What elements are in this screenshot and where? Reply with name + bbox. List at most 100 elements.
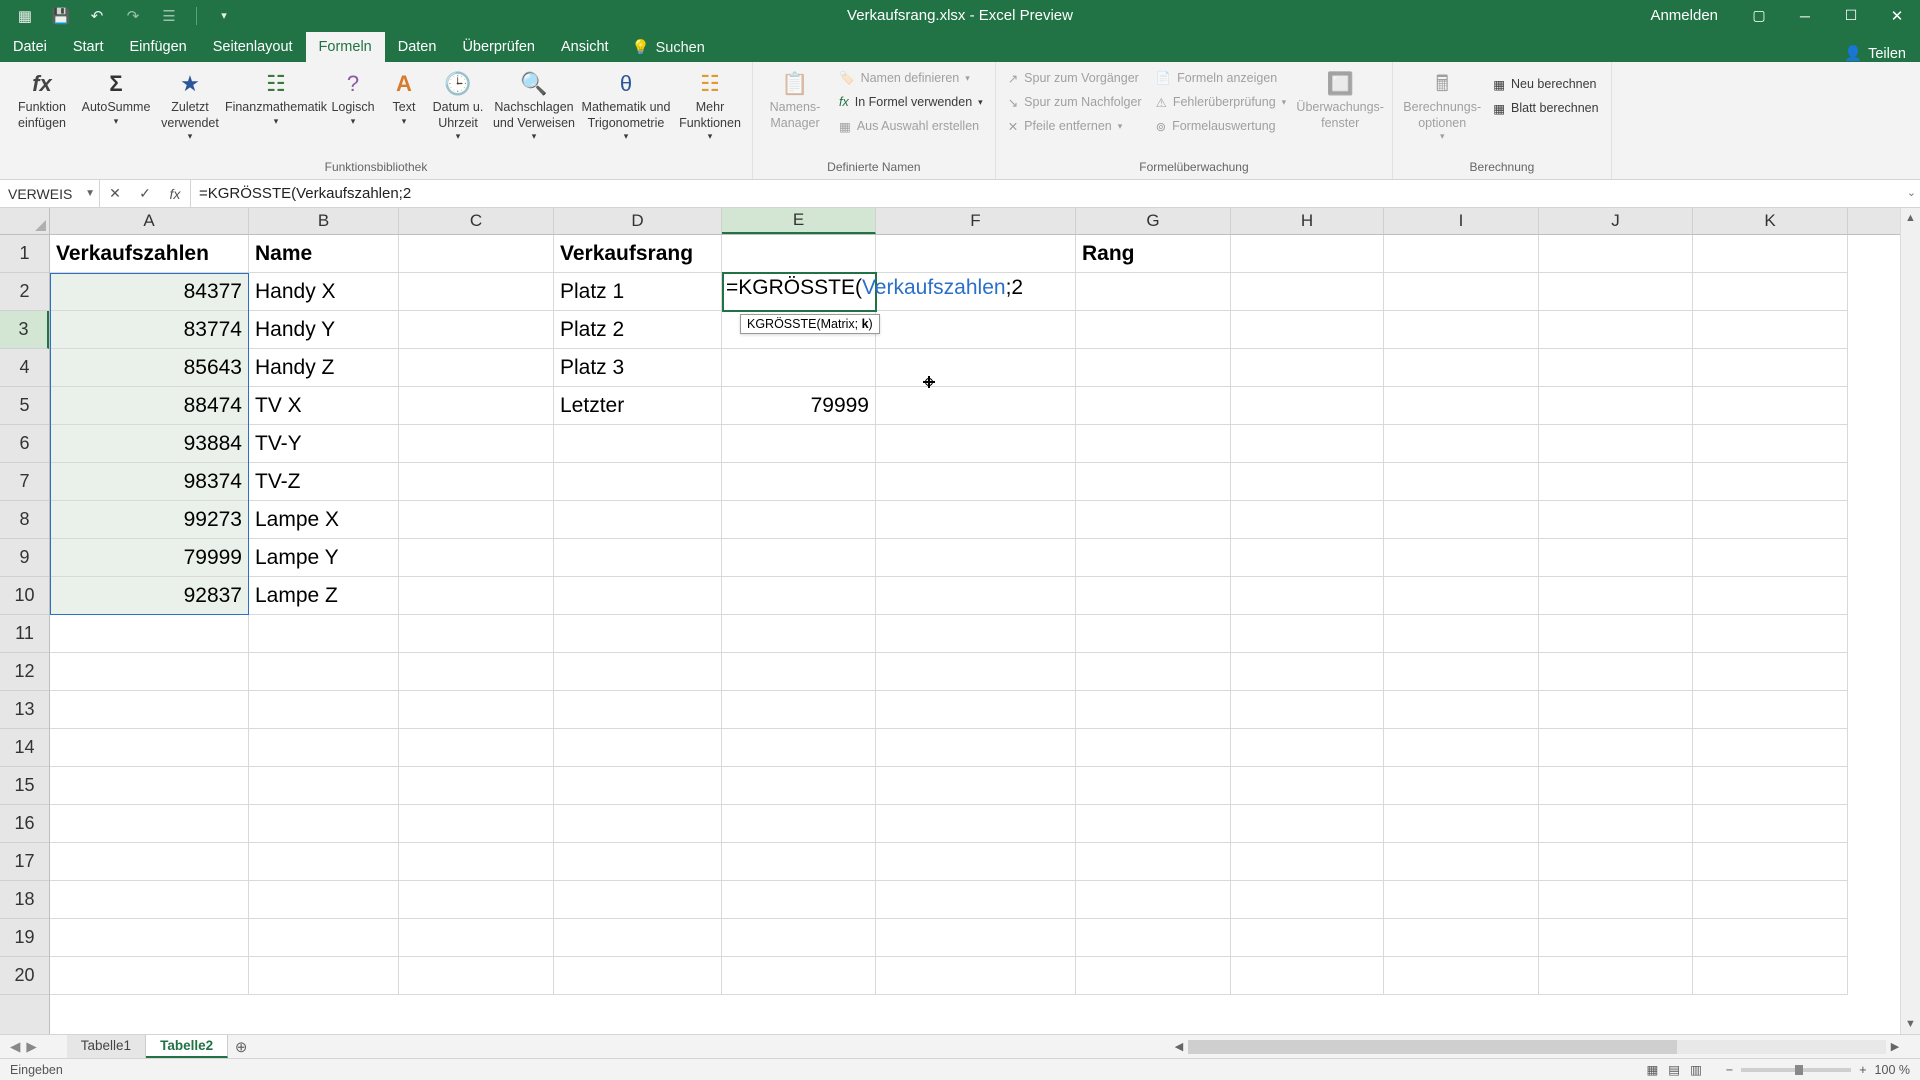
cell-C20[interactable]	[399, 957, 554, 995]
cell-J19[interactable]	[1539, 919, 1693, 957]
cell-C18[interactable]	[399, 881, 554, 919]
cell-C15[interactable]	[399, 767, 554, 805]
select-all-corner[interactable]	[0, 208, 50, 235]
cell-C1[interactable]	[399, 235, 554, 273]
cell-H15[interactable]	[1231, 767, 1384, 805]
tab-start[interactable]: Start	[60, 32, 117, 62]
more-functions-button[interactable]: ☷ Mehr Funktionen▾	[674, 66, 746, 143]
cell-F18[interactable]	[876, 881, 1076, 919]
cell-K18[interactable]	[1693, 881, 1848, 919]
cell-K6[interactable]	[1693, 425, 1848, 463]
cell-E9[interactable]	[722, 539, 876, 577]
cell-A5[interactable]: 88474	[50, 387, 249, 425]
cell-A9[interactable]: 79999	[50, 539, 249, 577]
cell-C6[interactable]	[399, 425, 554, 463]
cell-G13[interactable]	[1076, 691, 1231, 729]
cell-I15[interactable]	[1384, 767, 1539, 805]
vertical-scrollbar[interactable]: ▲ ▼	[1900, 208, 1920, 1034]
row-header-15[interactable]: 15	[0, 767, 49, 805]
cell-C5[interactable]	[399, 387, 554, 425]
cell-D17[interactable]	[554, 843, 722, 881]
cell-F7[interactable]	[876, 463, 1076, 501]
cell-D5[interactable]: Letzter	[554, 387, 722, 425]
tab-ansicht[interactable]: Ansicht	[548, 32, 622, 62]
cell-G7[interactable]	[1076, 463, 1231, 501]
cell-D10[interactable]	[554, 577, 722, 615]
tab-einfuegen[interactable]: Einfügen	[116, 32, 199, 62]
logical-button[interactable]: ? Logisch▾	[326, 66, 380, 127]
cell-J1[interactable]	[1539, 235, 1693, 273]
insert-function-button[interactable]: fx Funktion einfügen	[6, 66, 78, 131]
cell-J2[interactable]	[1539, 273, 1693, 311]
name-box-dropdown-icon[interactable]: ▼	[85, 188, 95, 199]
date-time-button[interactable]: 🕒 Datum u. Uhrzeit▾	[428, 66, 488, 143]
cell-I9[interactable]	[1384, 539, 1539, 577]
cell-B3[interactable]: Handy Y	[249, 311, 399, 349]
cell-D1[interactable]: Verkaufsrang	[554, 235, 722, 273]
cell-C8[interactable]	[399, 501, 554, 539]
col-header-H[interactable]: H	[1231, 208, 1384, 234]
cell-G14[interactable]	[1076, 729, 1231, 767]
cell-F12[interactable]	[876, 653, 1076, 691]
cell-I13[interactable]	[1384, 691, 1539, 729]
cell-J16[interactable]	[1539, 805, 1693, 843]
col-header-J[interactable]: J	[1539, 208, 1693, 234]
cell-E14[interactable]	[722, 729, 876, 767]
cell-K1[interactable]	[1693, 235, 1848, 273]
cell-K19[interactable]	[1693, 919, 1848, 957]
cell-B17[interactable]	[249, 843, 399, 881]
cell-A7[interactable]: 98374	[50, 463, 249, 501]
scroll-up-icon[interactable]: ▲	[1901, 208, 1920, 228]
cell-C12[interactable]	[399, 653, 554, 691]
row-header-6[interactable]: 6	[0, 425, 49, 463]
row-header-3[interactable]: 3	[0, 311, 49, 349]
row-header-13[interactable]: 13	[0, 691, 49, 729]
cell-E5[interactable]: 79999	[722, 387, 876, 425]
row-header-5[interactable]: 5	[0, 387, 49, 425]
tab-ueberpruefen[interactable]: Überprüfen	[449, 32, 548, 62]
cell-A15[interactable]	[50, 767, 249, 805]
cell-J17[interactable]	[1539, 843, 1693, 881]
cell-J12[interactable]	[1539, 653, 1693, 691]
cell-B14[interactable]	[249, 729, 399, 767]
cell-G4[interactable]	[1076, 349, 1231, 387]
cell-J15[interactable]	[1539, 767, 1693, 805]
cell-D8[interactable]	[554, 501, 722, 539]
zoom-slider[interactable]	[1741, 1068, 1851, 1072]
row-header-14[interactable]: 14	[0, 729, 49, 767]
cell-E10[interactable]	[722, 577, 876, 615]
cell-H4[interactable]	[1231, 349, 1384, 387]
col-header-K[interactable]: K	[1693, 208, 1848, 234]
cell-B9[interactable]: Lampe Y	[249, 539, 399, 577]
cell-K12[interactable]	[1693, 653, 1848, 691]
cell-A1[interactable]: Verkaufszahlen	[50, 235, 249, 273]
cell-G3[interactable]	[1076, 311, 1231, 349]
col-header-D[interactable]: D	[554, 208, 722, 234]
cell-B8[interactable]: Lampe X	[249, 501, 399, 539]
cell-C3[interactable]	[399, 311, 554, 349]
cell-J10[interactable]	[1539, 577, 1693, 615]
sheet-tab-tabelle2[interactable]: Tabelle2	[146, 1035, 228, 1058]
cell-D11[interactable]	[554, 615, 722, 653]
tell-me-search[interactable]: 💡 Suchen	[622, 33, 715, 62]
cell-E15[interactable]	[722, 767, 876, 805]
cell-D12[interactable]	[554, 653, 722, 691]
zoom-level[interactable]: 100 %	[1875, 1063, 1910, 1077]
cell-H13[interactable]	[1231, 691, 1384, 729]
cell-G1[interactable]: Rang	[1076, 235, 1231, 273]
cell-G20[interactable]	[1076, 957, 1231, 995]
row-header-8[interactable]: 8	[0, 501, 49, 539]
cell-A19[interactable]	[50, 919, 249, 957]
row-header-20[interactable]: 20	[0, 957, 49, 995]
cell-J6[interactable]	[1539, 425, 1693, 463]
financial-button[interactable]: ☷ Finanzmathematik▾	[228, 66, 324, 127]
cell-C2[interactable]	[399, 273, 554, 311]
cell-E2[interactable]: 99273	[722, 273, 876, 311]
cell-G19[interactable]	[1076, 919, 1231, 957]
cell-I14[interactable]	[1384, 729, 1539, 767]
undo-icon[interactable]: ↶	[84, 3, 110, 29]
cell-G18[interactable]	[1076, 881, 1231, 919]
view-page-break-icon[interactable]: ▥	[1690, 1062, 1702, 1077]
cell-C16[interactable]	[399, 805, 554, 843]
cell-H11[interactable]	[1231, 615, 1384, 653]
